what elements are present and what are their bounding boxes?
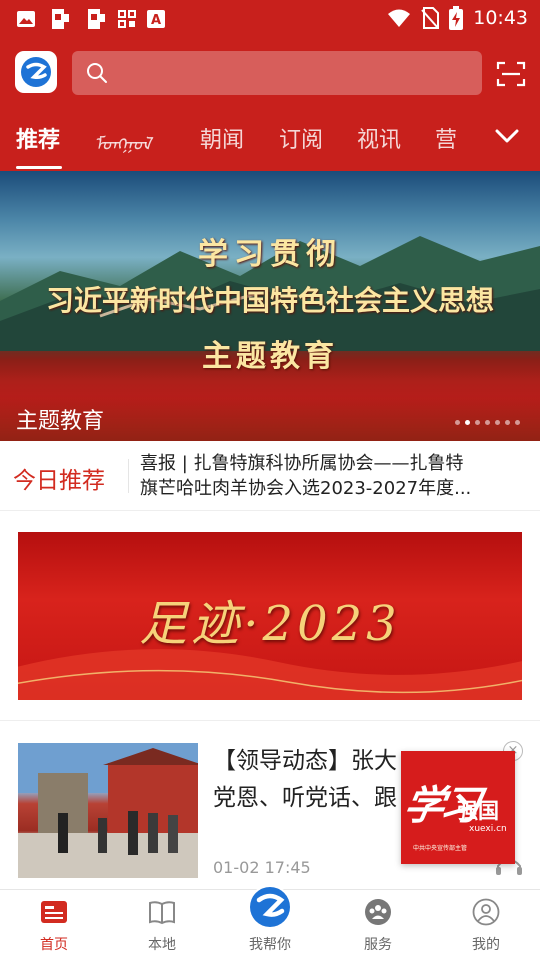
scan-icon[interactable]	[496, 60, 526, 88]
tab-video[interactable]: 视讯	[357, 122, 401, 154]
profile-icon	[472, 898, 500, 926]
header: 推荐 ᠮᠣᠩᠭᠣᠯ 朝闻 订阅 视讯 营	[0, 38, 540, 171]
grid-app-icon	[118, 10, 136, 28]
today-recommend-label: 今日推荐	[13, 468, 105, 494]
bottom-nav: 首页 本地 我帮你 服务 我的	[0, 885, 540, 961]
channel-tabs: 推荐 ᠮᠣᠩᠭᠣᠯ 朝闻 订阅 视讯 营	[0, 122, 540, 171]
nav-service[interactable]: 服务	[324, 890, 432, 961]
banner-caption: 主题教育	[16, 409, 105, 434]
nav-home[interactable]: 首页	[0, 890, 108, 961]
search-bar[interactable]	[72, 51, 482, 95]
carousel-dots	[455, 420, 520, 425]
chevron-down-icon[interactable]	[494, 126, 520, 146]
carousel-dot[interactable]	[475, 420, 480, 425]
tab-partial[interactable]: 营	[435, 122, 459, 154]
wifi-icon	[388, 9, 411, 27]
image-icon	[17, 11, 35, 27]
news-photo	[18, 743, 198, 878]
tab-subscribe[interactable]: 订阅	[279, 122, 323, 154]
home-news-icon	[41, 901, 67, 923]
app-logo[interactable]	[15, 51, 57, 93]
banner-line-2: 习近平新时代中国特色社会主义思想	[45, 284, 494, 317]
text-a-icon: A	[147, 10, 165, 28]
nav-help-label: 我帮你	[249, 937, 291, 953]
news-timestamp: 01-02 17:45	[213, 858, 311, 877]
divider	[128, 459, 129, 493]
carousel-dot[interactable]	[505, 420, 510, 425]
today-headline[interactable]: 喜报 | 扎鲁特旗科协所属协会——扎鲁特 旗芒哈吐肉羊协会入选2023-2027…	[140, 451, 520, 501]
carousel-dot[interactable]	[515, 420, 520, 425]
feature-banner-title: 足迹·2023	[139, 596, 401, 652]
ad-brand: 强国	[457, 799, 499, 823]
nav-service-label: 服务	[364, 937, 392, 953]
xuexi-floating-ad[interactable]: 学习 强国 xuexi.cn 中共中央宣传部主管	[400, 751, 515, 864]
app-logo-icon	[248, 885, 292, 929]
tab-morning-news[interactable]: 朝闻	[200, 122, 244, 154]
tab-mongolian[interactable]: ᠮᠣᠩᠭᠣᠯ	[94, 125, 151, 156]
today-headline-line-1: 喜报 | 扎鲁特旗科协所属协会——扎鲁特	[140, 453, 464, 474]
banner-line-1: 学习贯彻	[198, 237, 342, 272]
app-logo-icon	[21, 57, 51, 87]
carousel-dot[interactable]	[495, 420, 500, 425]
clock: 10:43	[473, 7, 528, 29]
nav-local-label: 本地	[148, 937, 176, 953]
hero-banner[interactable]: 学习贯彻 习近平新时代中国特色社会主义思想 主题教育 主题教育	[0, 171, 540, 441]
feature-banner[interactable]: 足迹·2023	[18, 532, 522, 700]
svg-text:A: A	[151, 13, 161, 28]
search-input[interactable]	[120, 51, 470, 95]
ad-url: xuexi.cn	[469, 824, 507, 834]
app-notification-icon	[88, 9, 105, 29]
today-recommend[interactable]: 今日推荐 喜报 | 扎鲁特旗科协所属协会——扎鲁特 旗芒哈吐肉羊协会入选2023…	[0, 441, 540, 511]
nav-home-label: 首页	[40, 937, 68, 953]
battery-charging-icon	[449, 6, 464, 30]
carousel-dot[interactable]	[485, 420, 490, 425]
book-icon	[149, 901, 175, 925]
no-sim-icon	[421, 7, 440, 29]
search-icon	[87, 63, 107, 83]
carousel-dot[interactable]	[455, 420, 460, 425]
service-icon	[365, 899, 391, 925]
news-thumbnail	[18, 743, 198, 878]
nav-me-label: 我的	[472, 937, 500, 953]
ad-tagline: 中共中央宣传部主管	[413, 845, 468, 852]
tab-recommend[interactable]: 推荐	[16, 122, 60, 154]
active-tab-indicator	[16, 166, 62, 169]
status-bar-notifications: A	[16, 7, 166, 31]
nav-help[interactable]: 我帮你	[216, 885, 324, 961]
today-headline-line-2: 旗芒哈吐肉羊协会入选2023-2027年度...	[140, 478, 472, 499]
app-notification-icon	[52, 9, 69, 29]
nav-me[interactable]: 我的	[432, 890, 540, 961]
nav-local[interactable]: 本地	[108, 890, 216, 961]
carousel-dot-active[interactable]	[465, 420, 470, 425]
status-bar: A 10:43	[0, 0, 540, 38]
banner-line-3: 主题教育	[202, 339, 338, 374]
